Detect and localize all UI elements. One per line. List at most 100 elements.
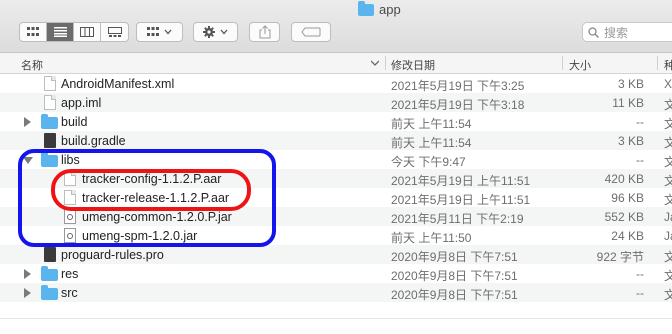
window-title: app (358, 0, 401, 17)
column-header-kind[interactable]: 种 (664, 57, 672, 73)
jar-file-icon (64, 209, 76, 224)
view-mode-control[interactable] (19, 22, 129, 42)
file-row[interactable]: umeng-common-1.2.0.P.jar 2021年5月11日 下午2:… (0, 207, 672, 226)
file-row[interactable]: tracker-release-1.1.2.P.aar 2021年5月19日 上… (0, 188, 672, 207)
script-file-icon (44, 133, 56, 148)
document-icon (44, 95, 56, 110)
file-row[interactable]: tracker-config-1.1.2.P.aar 2021年5月19日 上午… (0, 169, 672, 188)
file-name: build (61, 115, 88, 129)
file-name: app.iml (61, 96, 102, 110)
folder-row[interactable]: src 2020年9月8日 下午7:51 -- 文 (0, 283, 672, 302)
title-bar: app 搜索 (0, 0, 672, 53)
folder-icon (358, 0, 374, 16)
disclosure-triangle-icon[interactable] (24, 269, 31, 279)
document-icon (64, 171, 76, 186)
disclosure-triangle-icon[interactable] (24, 117, 31, 127)
file-size: 420 KB (604, 172, 644, 186)
column-header-size[interactable]: 大小 (569, 57, 591, 73)
window-title-text: app (379, 2, 401, 17)
folder-icon (41, 285, 58, 300)
file-kind: 文 (664, 136, 672, 150)
list-view-button[interactable] (47, 23, 74, 41)
search-icon (588, 26, 599, 38)
file-name: AndroidManifest.xml (61, 77, 175, 91)
file-kind: 文 (664, 288, 672, 302)
column-header-name[interactable]: 名称 (21, 57, 43, 73)
file-date: 2021年5月11日 下午2:19 (391, 212, 524, 226)
folder-icon (41, 114, 58, 129)
file-name: res (61, 267, 79, 281)
icon-view-button[interactable] (20, 23, 47, 41)
file-list: AndroidManifest.xml 2021年5月19日 下午3:25 3 … (0, 74, 672, 302)
columns-icon (80, 27, 94, 37)
jar-file-icon (64, 228, 76, 243)
list-icon (53, 27, 67, 37)
disclosure-triangle-icon[interactable] (23, 157, 33, 164)
file-kind: Ja (664, 229, 672, 243)
file-name: umeng-spm-1.2.0.jar (82, 229, 198, 243)
file-name: tracker-config-1.1.2.P.aar (82, 172, 222, 186)
file-date: 2021年5月19日 下午3:25 (391, 79, 525, 93)
file-name: libs (61, 153, 80, 167)
file-name: build.gradle (61, 134, 126, 148)
share-icon (259, 25, 270, 39)
column-divider[interactable] (657, 56, 658, 70)
file-kind: 文 (664, 269, 672, 283)
file-date: 2020年9月8日 下午7:51 (391, 269, 518, 283)
file-row[interactable]: umeng-spm-1.2.0.jar 前天 上午11:50 24 KB Ja (0, 226, 672, 245)
file-size: -- (636, 267, 644, 281)
column-header: 名称 修改日期 大小 种 (0, 53, 672, 74)
folder-row[interactable]: build 前天 上午11:54 -- 文 (0, 112, 672, 131)
file-kind: 文 (664, 174, 672, 188)
file-size: 96 KB (611, 191, 644, 205)
file-date: 2021年5月19日 下午3:18 (391, 98, 525, 112)
file-row[interactable]: app.iml 2021年5月19日 下午3:18 11 KB 文 (0, 93, 672, 112)
folder-icon (41, 266, 58, 281)
file-size: -- (636, 153, 644, 167)
file-date: 2021年5月19日 上午11:51 (391, 193, 531, 207)
file-size: -- (636, 286, 644, 300)
column-header-date[interactable]: 修改日期 (391, 57, 435, 73)
column-view-button[interactable] (74, 23, 101, 41)
horizontal-scrollbar[interactable] (0, 318, 672, 334)
search-field[interactable]: 搜索 (582, 22, 672, 42)
grid-icon (27, 27, 39, 36)
file-kind: 文 (664, 98, 672, 112)
file-row[interactable]: AndroidManifest.xml 2021年5月19日 下午3:25 3 … (0, 74, 672, 93)
file-name: tracker-release-1.1.2.P.aar (82, 191, 230, 205)
file-name: umeng-common-1.2.0.P.jar (82, 210, 232, 224)
share-button[interactable] (249, 22, 280, 42)
file-date: 2021年5月19日 上午11:51 (391, 174, 531, 188)
file-kind: 文 (664, 155, 672, 169)
gallery-view-button[interactable] (101, 23, 128, 41)
tags-button[interactable] (291, 22, 331, 42)
file-size: 922 字节 (596, 250, 644, 264)
gallery-icon (107, 27, 122, 37)
file-date: 今天 下午9:47 (391, 155, 466, 169)
disclosure-triangle-icon[interactable] (24, 288, 31, 298)
file-date: 2020年9月8日 下午7:51 (391, 250, 518, 264)
group-icon (146, 27, 171, 36)
file-row[interactable]: build.gradle 前天 上午11:54 3 KB 文 (0, 131, 672, 150)
action-menu-button[interactable] (193, 22, 238, 42)
column-divider[interactable] (385, 56, 386, 70)
file-size: 24 KB (611, 229, 644, 243)
folder-icon (41, 152, 58, 167)
group-by-button[interactable] (136, 22, 183, 42)
file-size: 11 KB (612, 96, 644, 110)
file-kind: 文 (664, 117, 672, 131)
file-size: 552 KB (604, 210, 644, 224)
file-kind: 文 (664, 250, 672, 264)
file-kind: Ja (664, 210, 672, 224)
gear-icon (202, 26, 227, 38)
sort-chevron-icon (371, 60, 379, 66)
file-row[interactable]: proguard-rules.pro 2020年9月8日 下午7:51 922 … (0, 245, 672, 264)
column-divider[interactable] (562, 56, 563, 70)
file-kind: 文 (664, 193, 672, 207)
file-date: 前天 上午11:54 (391, 136, 472, 150)
folder-row[interactable]: libs 今天 下午9:47 -- 文 (0, 150, 672, 169)
search-placeholder: 搜索 (604, 25, 629, 40)
folder-row[interactable]: res 2020年9月8日 下午7:51 -- 文 (0, 264, 672, 283)
file-name: src (61, 286, 78, 300)
file-size: 3 KB (617, 134, 644, 148)
